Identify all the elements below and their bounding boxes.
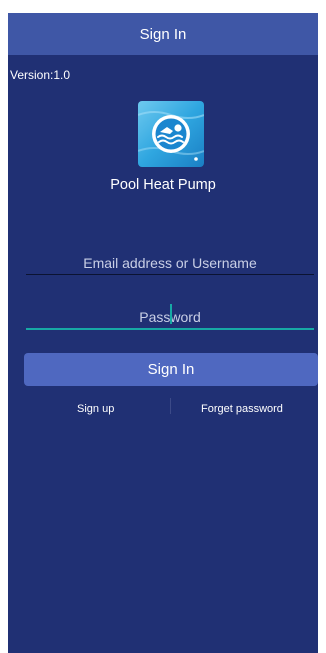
text-cursor	[170, 304, 172, 324]
app-bar: Sign In	[8, 13, 318, 55]
page-title: Sign In	[139, 25, 187, 43]
forget-password-link[interactable]: Forget password	[201, 403, 283, 415]
link-divider	[170, 398, 171, 414]
app-name: Pool Heat Pump	[110, 177, 216, 193]
sign-in-screen: Sign In Version:1.0 Pool Heat Pump Email…	[8, 13, 318, 653]
email-input[interactable]	[26, 252, 314, 275]
sign-in-button[interactable]: Sign In	[24, 353, 318, 386]
swimmer-icon	[138, 101, 204, 167]
sign-up-link[interactable]: Sign up	[77, 403, 114, 415]
version-label: Version:1.0	[10, 68, 71, 82]
